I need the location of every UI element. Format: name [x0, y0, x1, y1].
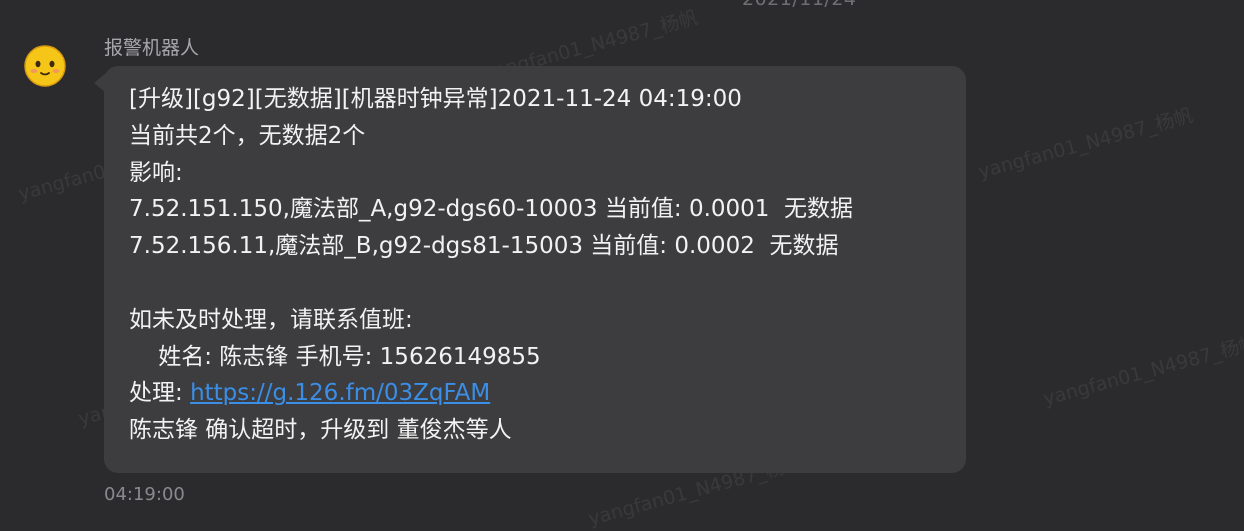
handle-link[interactable]: https://g.126.fm/03ZqFAM [190, 380, 490, 406]
date-separator: 2021/11/24 [742, 0, 857, 10]
handle-label: 处理: [129, 380, 191, 407]
message-line: 如未及时处理，请联系值班: [129, 306, 413, 333]
message-line: [升级][g92][无数据][机器时钟异常]2021-11-24 04:19:0… [129, 86, 742, 112]
message-line: 当前共2个，无数据2个 [129, 122, 366, 149]
message-line: 影响: [129, 159, 183, 186]
message-line: 7.52.151.150,魔法部_A,g92-dgs60-10003 当前值: … [129, 196, 854, 223]
message-line: 陈志锋 确认超时，升级到 董俊杰等人 [129, 417, 512, 444]
message-line: 姓名: 陈志锋 手机号: 15626149855 [129, 343, 541, 370]
yellow-emoji-face-icon [24, 45, 66, 87]
handle-line: 处理: https://g.126.fm/03ZqFAM [129, 375, 966, 412]
watermark: yangfan01_N4987_杨帆 [1041, 331, 1244, 411]
sender-name: 报警机器人 [104, 37, 200, 59]
avatar[interactable] [23, 44, 67, 88]
message-line: 7.52.156.11,魔法部_B,g92-dgs81-15003 当前值: 0… [129, 233, 839, 260]
message-timestamp: 04:19:00 [104, 484, 185, 505]
watermark: yangfan01_N4987_杨帆 [976, 104, 1196, 184]
message-bubble[interactable]: [升级][g92][无数据][机器时钟异常]2021-11-24 04:19:0… [104, 66, 966, 473]
